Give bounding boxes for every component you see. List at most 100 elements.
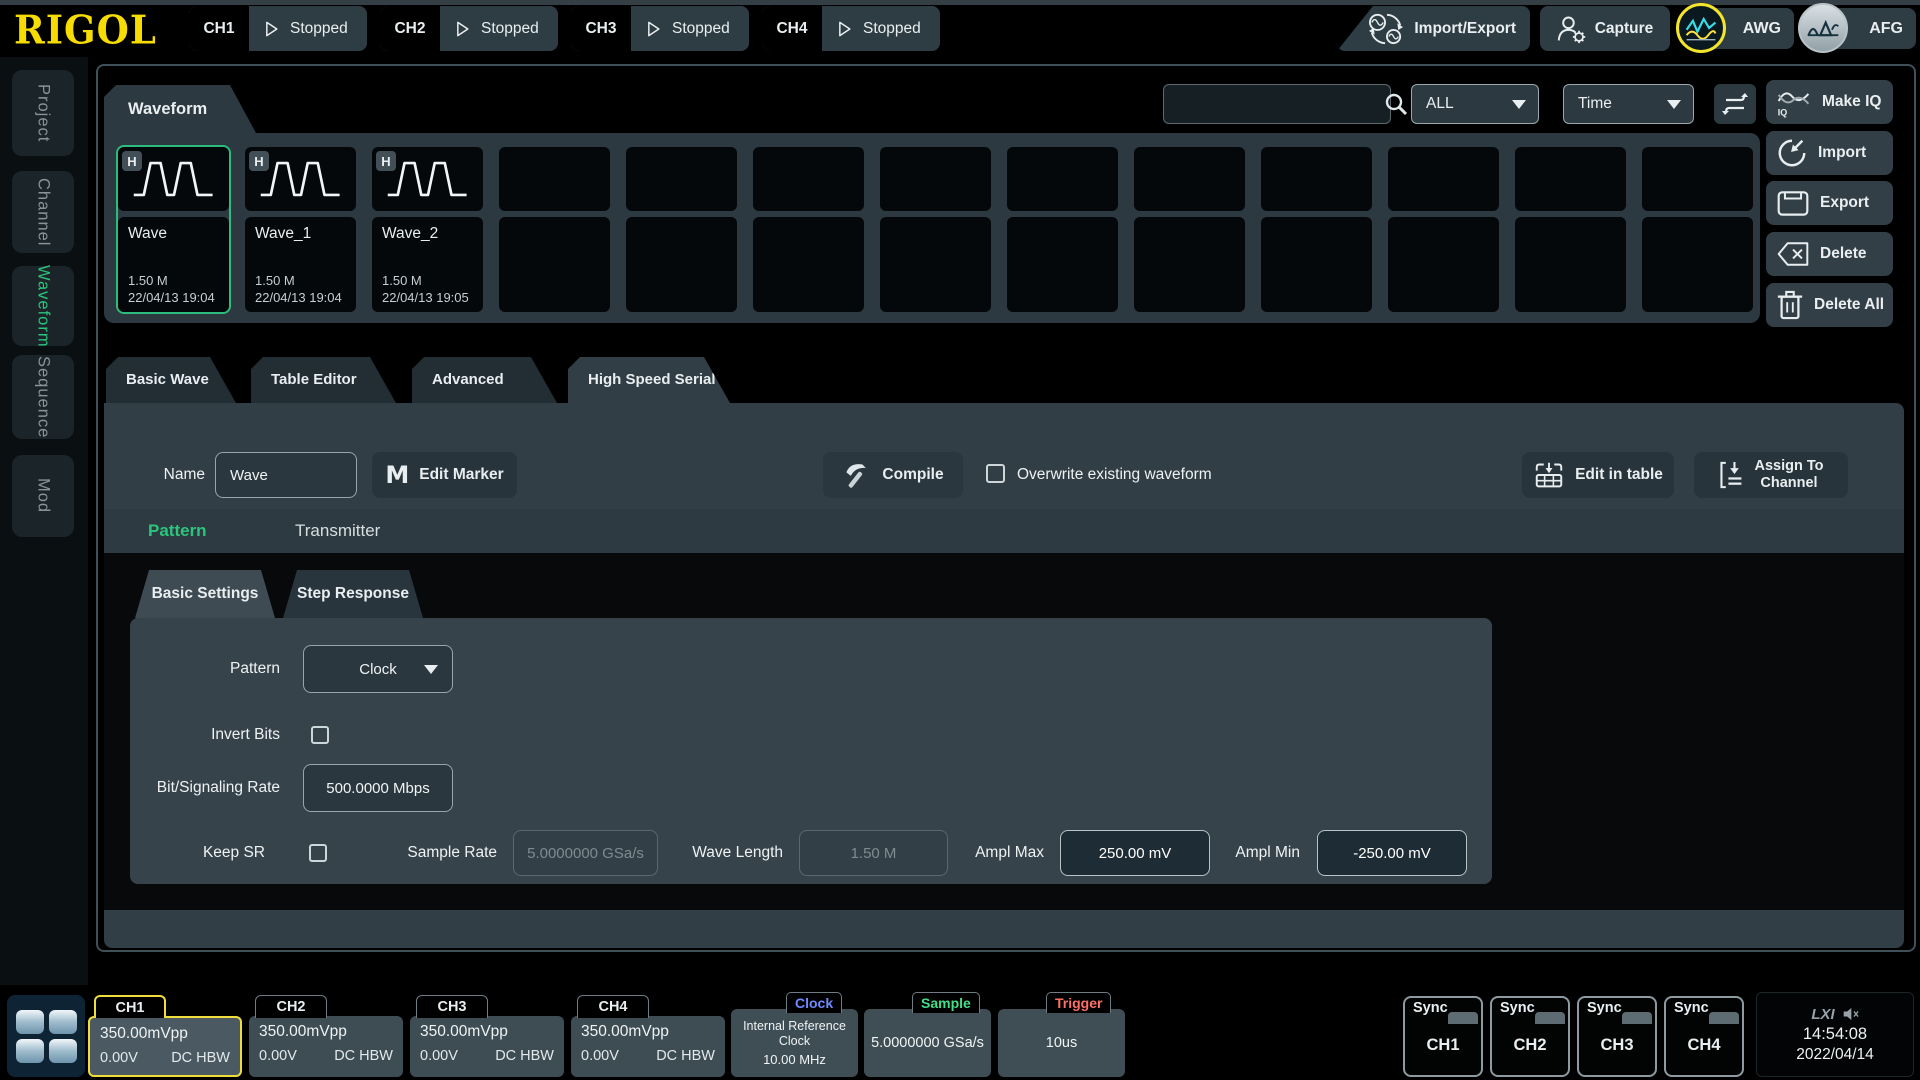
tab-high-speed-serial[interactable]: High Speed Serial xyxy=(568,357,730,403)
delete-all-label: Delete All xyxy=(1814,296,1884,314)
bottom-ch1-card[interactable]: 350.00mVpp 0.00VDC HBW xyxy=(88,1016,242,1077)
sync-ch4-card[interactable]: Sync CH4 xyxy=(1664,996,1744,1077)
waveform-slot-empty[interactable] xyxy=(1005,145,1120,314)
bottom-ch4-card[interactable]: 350.00mVpp 0.00VDC HBW xyxy=(571,1016,725,1077)
sync-ch2-card[interactable]: Sync CH2 xyxy=(1490,996,1570,1077)
waveform-slot-empty[interactable] xyxy=(878,145,993,314)
sample-card[interactable]: 5.0000000 GSa/s xyxy=(864,1009,991,1077)
ch2-offset: 0.00V xyxy=(259,1048,297,1064)
top-channel-ch3[interactable]: CH3 Stopped xyxy=(571,6,749,51)
edit-marker-button[interactable]: M Edit Marker xyxy=(372,452,517,498)
search-input[interactable] xyxy=(1164,96,1383,113)
empty-info-cell xyxy=(626,217,737,312)
waveform-slot-empty[interactable] xyxy=(1513,145,1628,314)
grid-square xyxy=(49,1039,77,1063)
empty-thumb-cell xyxy=(1515,147,1626,211)
pattern-label: Pattern xyxy=(140,645,280,693)
waveform-card-wave2[interactable]: H Wave_2 1.50 M 22/04/13 19:05 xyxy=(370,145,485,314)
waveform-slot-empty[interactable] xyxy=(1640,145,1755,314)
clock-card[interactable]: Internal Reference Clock 10.00 MHz xyxy=(731,1009,858,1077)
overwrite-checkbox[interactable] xyxy=(986,464,1005,483)
pattern-dropdown[interactable]: Clock xyxy=(303,645,453,693)
trigger-tab[interactable]: Trigger xyxy=(1046,992,1111,1013)
bottom-ch3-tab[interactable]: CH3 xyxy=(416,995,488,1018)
waveform-info-cell: Wave_1 1.50 M 22/04/13 19:04 xyxy=(245,217,356,312)
sync-ch3-card[interactable]: Sync CH3 xyxy=(1577,996,1657,1077)
bottom-ch2-tab[interactable]: CH2 xyxy=(255,995,327,1018)
waveform-thumbnail: H xyxy=(372,147,483,211)
sync-tab-step xyxy=(1535,1012,1565,1024)
delete-all-button[interactable]: Delete All xyxy=(1766,283,1893,327)
name-label: Name xyxy=(120,452,205,498)
home-grid-button[interactable] xyxy=(7,995,85,1077)
export-button[interactable]: Export xyxy=(1766,181,1893,225)
tab-advanced-label: Advanced xyxy=(432,371,504,388)
mode-tab-pattern[interactable]: Pattern xyxy=(148,509,207,553)
sidebar-item-mod[interactable]: Mod xyxy=(12,455,74,537)
keep-sr-checkbox[interactable] xyxy=(309,844,327,862)
sidebar-label-project: Project xyxy=(34,84,53,142)
bit-rate-input[interactable] xyxy=(303,764,453,812)
sample-tab[interactable]: Sample xyxy=(912,992,980,1013)
import-export-button[interactable]: Import/Export xyxy=(1337,6,1530,51)
sort-order-button[interactable] xyxy=(1714,84,1756,124)
top-channel-ch1[interactable]: CH1 Stopped xyxy=(189,6,367,51)
clock-tab[interactable]: Clock xyxy=(786,992,842,1013)
waveform-slot-empty[interactable] xyxy=(497,145,612,314)
search-box xyxy=(1163,84,1391,124)
name-input[interactable] xyxy=(215,452,357,498)
assign-to-channel-label: Assign ToChannel xyxy=(1754,458,1823,491)
waveform-grid: H Wave 1.50 M 22/04/13 19:04 H Wave_1 1.… xyxy=(104,133,1760,323)
waveform-slot-empty[interactable] xyxy=(1386,145,1501,314)
sync-tab-step xyxy=(1448,1012,1478,1024)
mode-tab-transmitter[interactable]: Transmitter xyxy=(295,509,380,553)
edit-in-table-button[interactable]: Edit in table xyxy=(1522,452,1674,498)
sidebar-item-channel[interactable]: Channel xyxy=(12,171,74,253)
sidebar-item-project[interactable]: Project xyxy=(12,70,74,156)
edit-marker-label: Edit Marker xyxy=(419,466,503,484)
waveform-library-tab[interactable]: Waveform xyxy=(104,85,256,133)
waveform-slot-empty[interactable] xyxy=(751,145,866,314)
empty-thumb-cell xyxy=(626,147,737,211)
sync-ch1-card[interactable]: Sync CH1 xyxy=(1403,996,1483,1077)
make-iq-button[interactable]: IQ Make IQ xyxy=(1766,80,1893,124)
sync-label: Sync xyxy=(1674,1000,1709,1016)
bottom-ch3-card[interactable]: 350.00mVpp 0.00VDC HBW xyxy=(410,1016,564,1077)
ch3-mode: DC HBW xyxy=(495,1048,554,1064)
ch3-status: Stopped xyxy=(672,20,730,38)
bottom-ch4-tab[interactable]: CH4 xyxy=(577,995,649,1018)
ch1-status: Stopped xyxy=(290,20,348,38)
afg-mode-icon[interactable] xyxy=(1798,3,1848,53)
waveform-slot-empty[interactable] xyxy=(1259,145,1374,314)
sidebar-item-waveform[interactable]: Waveform xyxy=(12,266,74,346)
play-icon xyxy=(834,19,854,39)
top-channel-ch2[interactable]: CH2 Stopped xyxy=(380,6,558,51)
system-time-panel[interactable]: LXI 14:54:08 2022/04/14 xyxy=(1756,992,1914,1077)
sidebar-item-sequence[interactable]: Sequence xyxy=(12,355,74,439)
assign-to-channel-button[interactable]: Assign ToChannel xyxy=(1694,452,1848,498)
waveform-card-wave[interactable]: H Wave 1.50 M 22/04/13 19:04 xyxy=(116,145,231,314)
sort-filter-dropdown[interactable]: Time xyxy=(1563,84,1694,124)
top-channel-ch4[interactable]: CH4 Stopped xyxy=(762,6,940,51)
invert-bits-checkbox[interactable] xyxy=(311,726,329,744)
play-icon xyxy=(643,19,663,39)
tab-table-editor-label: Table Editor xyxy=(271,371,357,388)
waveform-card-wave1[interactable]: H Wave_1 1.50 M 22/04/13 19:04 xyxy=(243,145,358,314)
make-iq-icon: IQ xyxy=(1776,86,1812,118)
awg-mode-icon[interactable] xyxy=(1676,3,1726,53)
ampl-min-input[interactable] xyxy=(1317,830,1467,876)
tab-step-response[interactable]: Step Response xyxy=(283,570,423,618)
compile-button[interactable]: Compile xyxy=(823,452,963,498)
tab-basic-settings[interactable]: Basic Settings xyxy=(135,570,275,618)
waveform-slot-empty[interactable] xyxy=(624,145,739,314)
bottom-ch2-card[interactable]: 350.00mVpp 0.00VDC HBW xyxy=(249,1016,403,1077)
type-filter-dropdown[interactable]: ALL xyxy=(1411,84,1539,124)
import-button[interactable]: Import xyxy=(1766,131,1893,175)
trigger-card[interactable]: 10us xyxy=(998,1009,1125,1077)
bottom-ch1-tab[interactable]: CH1 xyxy=(94,995,166,1018)
capture-button[interactable]: Capture xyxy=(1540,6,1670,51)
empty-thumb-cell xyxy=(1388,147,1499,211)
waveform-slot-empty[interactable] xyxy=(1132,145,1247,314)
delete-button[interactable]: Delete xyxy=(1766,232,1893,276)
afg-label: AFG xyxy=(1869,20,1903,38)
